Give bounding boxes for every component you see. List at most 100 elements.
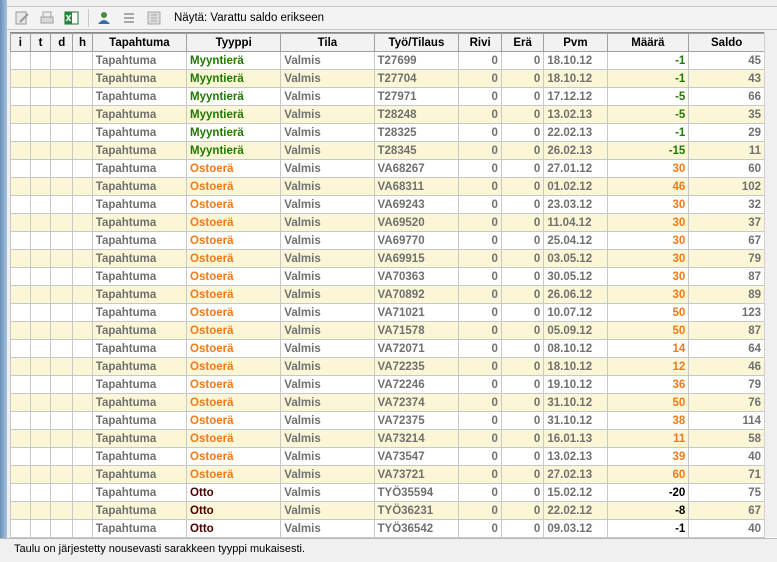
table-row[interactable]: Tapahtuma Ostoerä Valmis VA73547 0 0 13.02.13 3… [10, 447, 765, 466]
table-cell: Ostoerä [186, 465, 282, 484]
table-cell: 40 [688, 519, 765, 538]
table-cell: 67 [688, 501, 765, 520]
table-row[interactable]: Tapahtuma Ostoerä Valmis VA68311 0 0 01.02.12 4… [10, 177, 765, 196]
table-cell [50, 87, 74, 106]
table-row[interactable]: Tapahtuma Otto Valmis TYÖ35594 0 0 15.02.12 -20… [10, 483, 765, 502]
table-cell: 0 [500, 465, 545, 484]
table-cell: 08.10.12 [543, 339, 608, 358]
table-cell: 19.10.12 [543, 375, 608, 394]
table-row[interactable]: Tapahtuma Ostoerä Valmis VA73214 0 0 16.01.13 1… [10, 429, 765, 448]
table-cell: VA69243 [373, 195, 460, 214]
column-header[interactable]: Tyyppi [186, 33, 282, 52]
table-cell [72, 411, 93, 430]
table-cell: 36 [606, 375, 690, 394]
table-cell [10, 303, 31, 322]
table-cell [50, 501, 74, 520]
table-cell [50, 411, 74, 430]
table-cell: 0 [458, 69, 502, 88]
column-header[interactable]: Pvm [543, 33, 608, 52]
table-row[interactable]: Tapahtuma Ostoerä Valmis VA72235 0 0 18.10.12 1… [10, 357, 765, 376]
edit-icon[interactable] [12, 8, 32, 28]
table-cell: 27.01.12 [543, 159, 608, 178]
table-row[interactable]: Tapahtuma Ostoerä Valmis VA72374 0 0 31.10.12 5… [10, 393, 765, 412]
column-header[interactable]: t [29, 33, 52, 52]
table-cell: Tapahtuma [91, 447, 188, 466]
table-cell [10, 141, 31, 160]
table-row[interactable]: Tapahtuma Ostoerä Valmis VA68267 0 0 27.01.12 3… [10, 159, 765, 178]
table-row[interactable]: Tapahtuma Ostoerä Valmis VA70363 0 0 30.05.12 3… [10, 267, 765, 286]
excel-export-icon[interactable] [62, 8, 82, 28]
table-cell: Valmis [280, 483, 375, 502]
table-cell: Tapahtuma [91, 375, 188, 394]
table-cell: -5 [606, 105, 690, 124]
table-row[interactable]: Tapahtuma Otto Valmis TYÖ36542 0 0 09.03.12 -1 4… [10, 519, 765, 538]
column-header[interactable]: Tapahtuma [91, 33, 188, 52]
column-header[interactable]: Määrä [606, 33, 690, 52]
table-row[interactable]: Tapahtuma Myyntierä Valmis T27704 0 0 18.10.12… [10, 69, 765, 88]
table-row[interactable]: Tapahtuma Ostoerä Valmis VA71578 0 0 05.09.12 5… [10, 321, 765, 340]
column-header[interactable]: Rivi [458, 33, 502, 52]
table-cell: 25.04.12 [543, 231, 608, 250]
table-cell [10, 429, 31, 448]
list-icon[interactable] [119, 8, 139, 28]
table-row[interactable]: Tapahtuma Ostoerä Valmis VA72071 0 0 08.10.12 1… [10, 339, 765, 358]
table-cell [50, 465, 74, 484]
table-row[interactable]: Tapahtuma Otto Valmis TYÖ36231 0 0 22.02.12 -8 6… [10, 501, 765, 520]
column-header[interactable]: i [10, 33, 31, 52]
table-row[interactable]: Tapahtuma Ostoerä Valmis VA71021 0 0 10.07.12 5… [10, 303, 765, 322]
status-bar: Taulu on järjestetty nousevasti sarakkee… [0, 538, 777, 562]
table-cell: 0 [458, 87, 502, 106]
table-row[interactable]: Tapahtuma Myyntierä Valmis T27971 0 0 17.12.12… [10, 87, 765, 106]
table-cell: -1 [606, 519, 690, 538]
table-row[interactable]: Tapahtuma Myyntierä Valmis T28248 0 0 13.02.13… [10, 105, 765, 124]
column-header[interactable]: h [72, 33, 93, 52]
table-cell [72, 267, 93, 286]
table-cell: VA69520 [373, 213, 460, 232]
transactions-grid[interactable]: i t d h Tapahtuma Tyyppi Tila Työ/Tilaus Rivi Erä… [10, 32, 777, 538]
column-header[interactable]: Saldo [688, 33, 765, 52]
table-cell: Ostoerä [186, 159, 282, 178]
table-cell: 0 [500, 267, 545, 286]
table-cell: 39 [606, 447, 690, 466]
table-cell: Tapahtuma [91, 501, 188, 520]
column-header[interactable]: d [50, 33, 74, 52]
table-row[interactable]: Tapahtuma Ostoerä Valmis VA69770 0 0 25.04.12 3… [10, 231, 765, 250]
table-cell: VA72071 [373, 339, 460, 358]
table-row[interactable]: Tapahtuma Ostoerä Valmis VA72246 0 0 19.10.12 3… [10, 375, 765, 394]
calculator-icon[interactable] [144, 8, 164, 28]
table-cell: 0 [500, 501, 545, 520]
table-cell: Tapahtuma [91, 51, 188, 70]
table-row[interactable]: Tapahtuma Ostoerä Valmis VA72375 0 0 31.10.12 3… [10, 411, 765, 430]
table-row[interactable]: Tapahtuma Ostoerä Valmis VA69243 0 0 23.03.12 3… [10, 195, 765, 214]
users-icon[interactable] [94, 8, 114, 28]
table-cell [72, 177, 93, 196]
column-header[interactable]: Erä [500, 33, 545, 52]
column-header[interactable]: Työ/Tilaus [373, 33, 460, 52]
table-cell: 10.07.12 [543, 303, 608, 322]
vertical-scrollbar[interactable] [764, 32, 777, 537]
table-cell: 30 [606, 267, 690, 286]
table-row[interactable]: Tapahtuma Ostoerä Valmis VA73721 0 0 27.02.13 6… [10, 465, 765, 484]
table-cell: Tapahtuma [91, 519, 188, 538]
table-row[interactable]: Tapahtuma Myyntierä Valmis T28325 0 0 22.02.13… [10, 123, 765, 142]
table-cell [72, 483, 93, 502]
table-row[interactable]: Tapahtuma Myyntierä Valmis T27699 0 0 18.10.12… [10, 51, 765, 70]
table-cell: 0 [458, 51, 502, 70]
table-cell: Ostoerä [186, 213, 282, 232]
table-cell: VA72374 [373, 393, 460, 412]
table-row[interactable]: Tapahtuma Ostoerä Valmis VA70892 0 0 26.06.12 3… [10, 285, 765, 304]
table-cell: Valmis [280, 411, 375, 430]
column-header[interactable]: Tila [280, 33, 375, 52]
table-cell [50, 357, 74, 376]
table-row[interactable]: Tapahtuma Myyntierä Valmis T28345 0 0 26.02.13… [10, 141, 765, 160]
table-row[interactable]: Tapahtuma Ostoerä Valmis VA69520 0 0 11.04.12 3… [10, 213, 765, 232]
view-mode-label[interactable]: Näytä: Varattu saldo erikseen [174, 12, 324, 24]
table-cell: 17.12.12 [543, 87, 608, 106]
table-cell: 43 [688, 69, 765, 88]
table-row[interactable]: Tapahtuma Ostoerä Valmis VA69915 0 0 03.05.12 3… [10, 249, 765, 268]
print-icon[interactable] [37, 8, 57, 28]
table-cell: 26.06.12 [543, 285, 608, 304]
table-cell: 66 [688, 87, 765, 106]
table-cell: Tapahtuma [91, 249, 188, 268]
table-cell: 0 [500, 339, 545, 358]
